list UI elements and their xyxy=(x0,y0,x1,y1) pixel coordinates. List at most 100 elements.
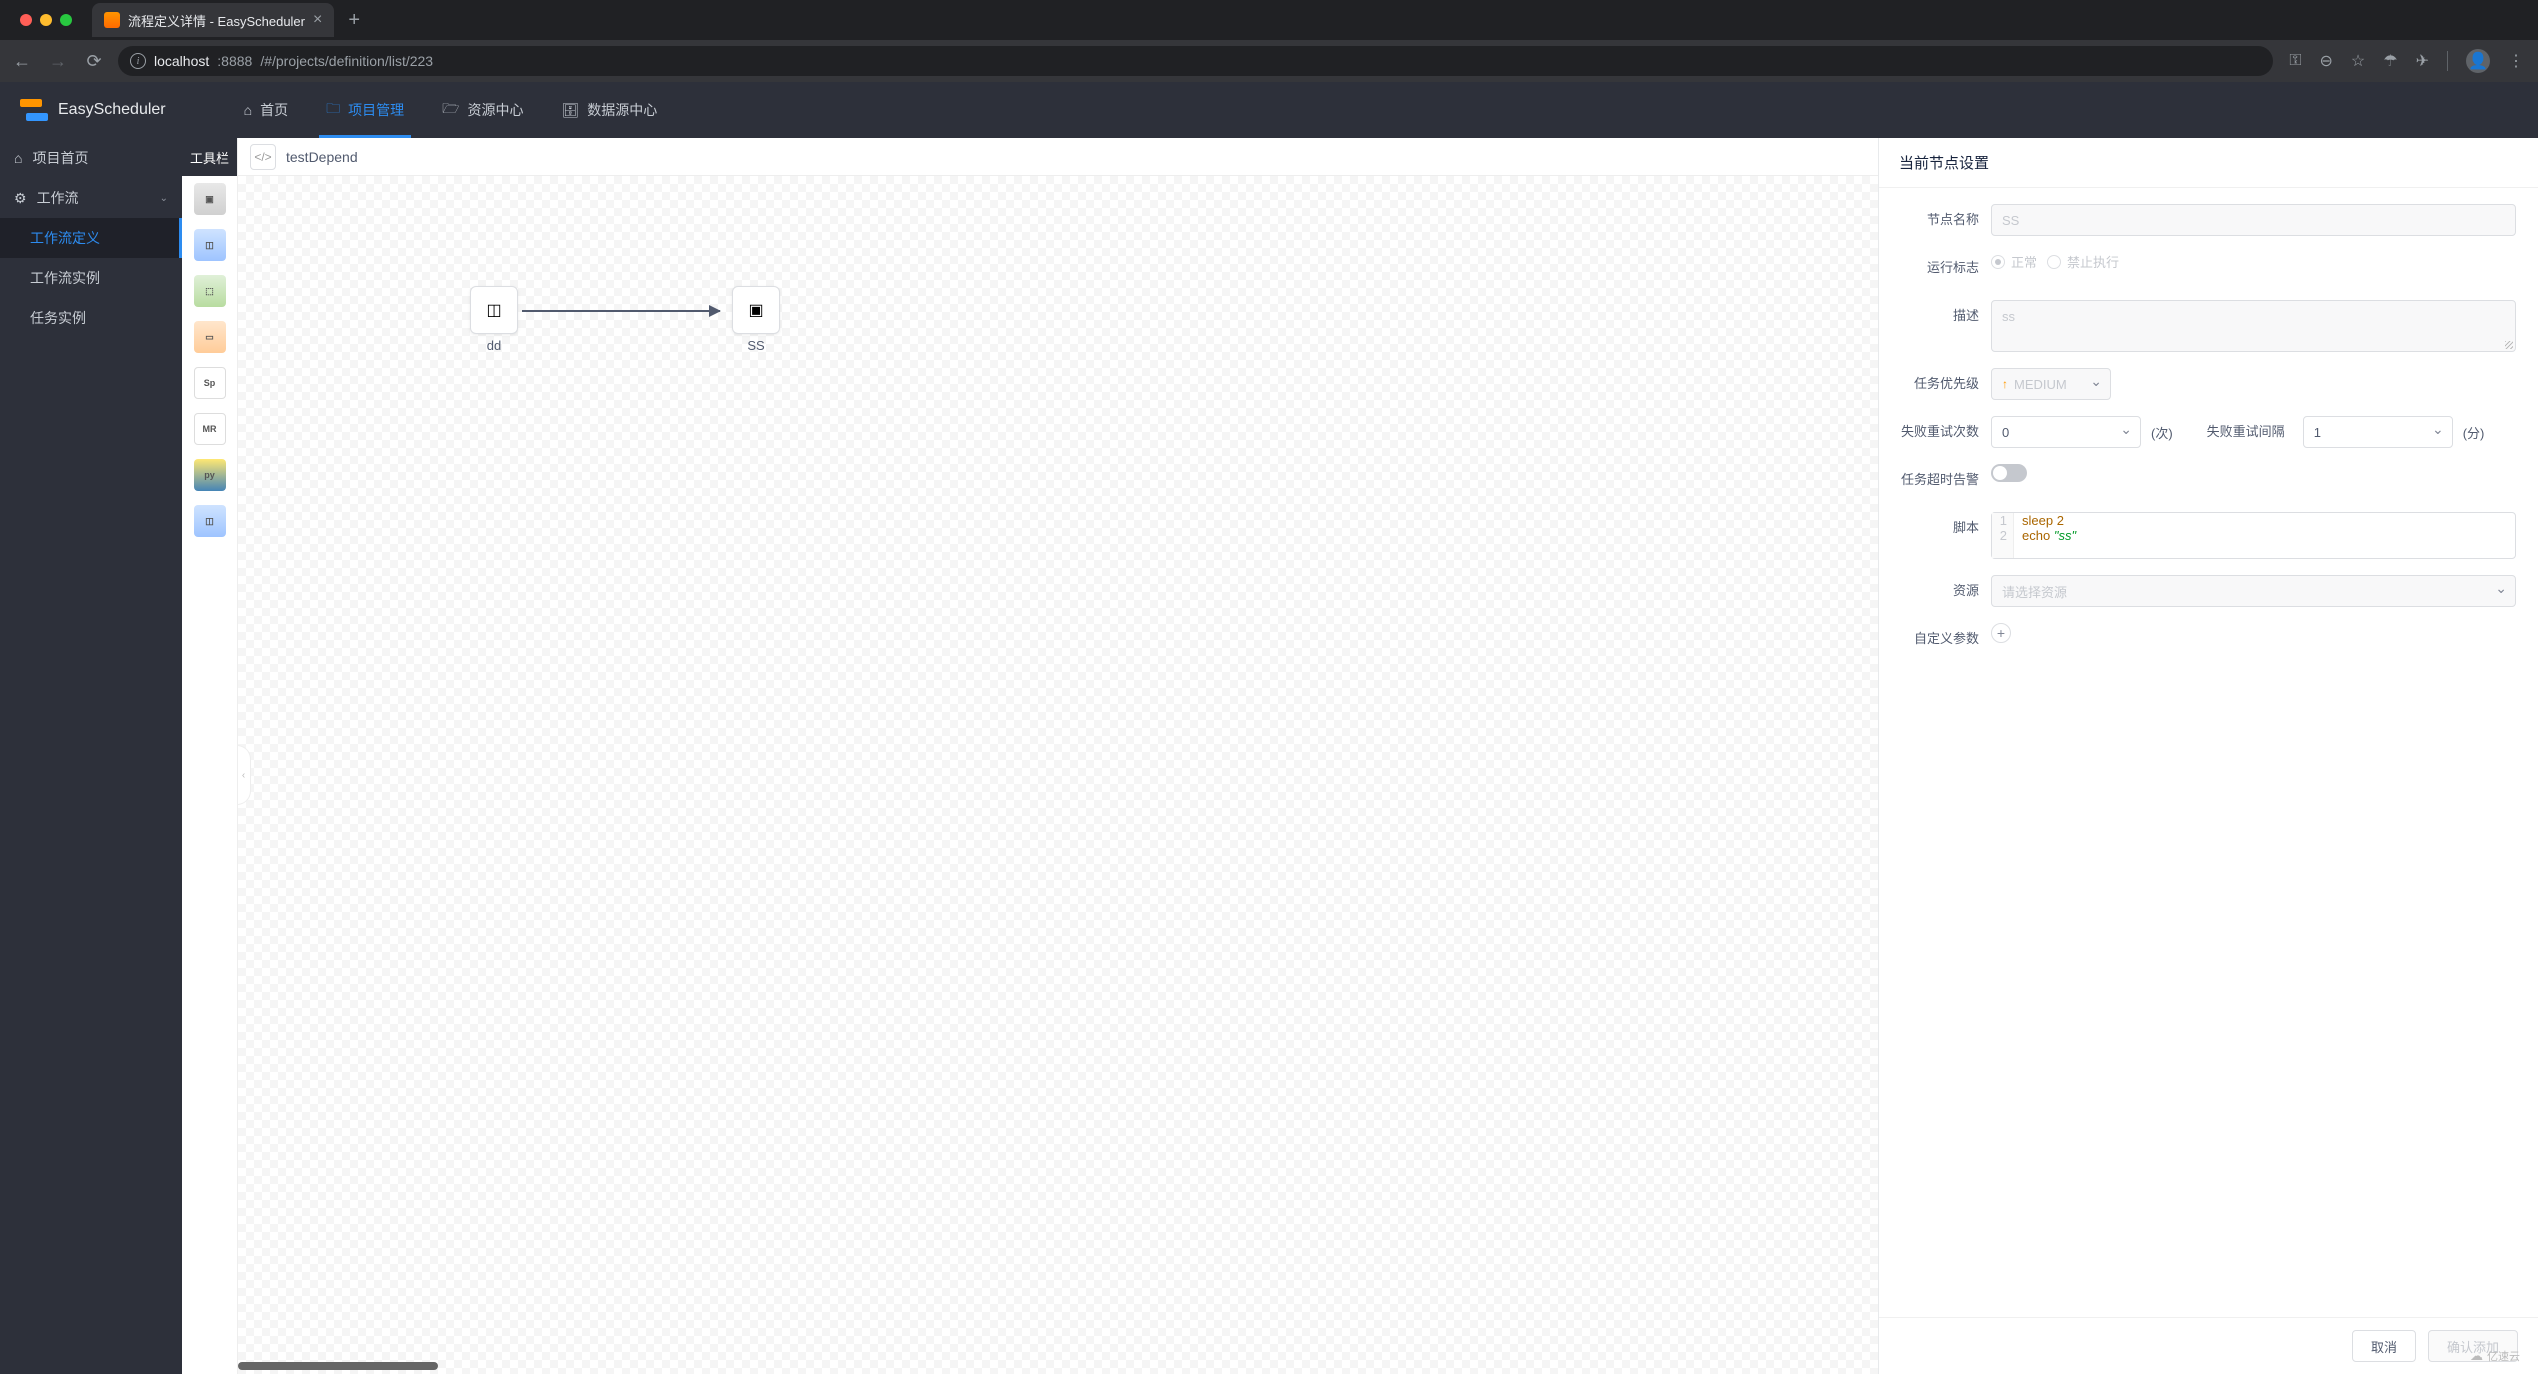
gear-icon: ⚙ xyxy=(14,190,27,207)
script-editor[interactable]: 1 sleep 2 2 echo "ss" xyxy=(1991,512,2516,559)
sidebar-item-workflow[interactable]: ⚙ 工作流 ⌄ xyxy=(0,178,182,218)
browser-chrome: 流程定义详情 - EasyScheduler × + ← → ⟳ i local… xyxy=(0,0,2538,82)
dag-node-ss[interactable]: ▣ SS xyxy=(730,286,782,353)
retry-times-unit: (次) xyxy=(2151,423,2173,442)
timeout-switch[interactable] xyxy=(1991,464,2027,482)
sidebar-item-label: 工作流实例 xyxy=(30,268,100,288)
url-host: localhost xyxy=(154,53,209,69)
close-tab-icon[interactable]: × xyxy=(313,11,322,29)
folder-open-icon: 🗁 xyxy=(442,98,459,122)
back-button[interactable]: ← xyxy=(10,51,34,72)
node-toolbar: 工具栏 ▣ ◫ ⬚ ▭ Sp MR py ◫ xyxy=(182,138,238,1374)
add-param-button[interactable]: + xyxy=(1991,623,2011,643)
python-icon: py xyxy=(194,459,226,491)
node-label: SS xyxy=(730,338,782,353)
close-window-button[interactable] xyxy=(20,14,32,26)
tab-title: 流程定义详情 - EasyScheduler xyxy=(128,11,305,30)
tool-python[interactable]: py xyxy=(182,452,237,498)
toolbar-icons: ⚿ ⊖ ☆ ☂ ✈ 👤 ⋮ xyxy=(2285,49,2528,73)
horizontal-scrollbar[interactable] xyxy=(238,1362,438,1370)
home-icon: ⌂ xyxy=(244,102,252,118)
profile-button[interactable]: 👤 xyxy=(2466,49,2490,73)
sidebar-item-task-instance[interactable]: 任务实例 xyxy=(0,298,182,338)
chevron-down-icon: ⌄ xyxy=(160,193,168,204)
reload-button[interactable]: ⟳ xyxy=(82,51,106,72)
radio-forbid[interactable]: 禁止执行 xyxy=(2047,252,2119,271)
minimize-window-button[interactable] xyxy=(40,14,52,26)
retry-interval-unit: (分) xyxy=(2463,423,2485,442)
key-icon[interactable]: ⚿ xyxy=(2289,52,2301,70)
nav-projects[interactable]: 🗀 项目管理 xyxy=(308,82,422,138)
nav-label: 项目管理 xyxy=(348,100,404,120)
window-controls xyxy=(10,14,82,26)
new-tab-button[interactable]: + xyxy=(348,9,360,32)
dag-edge[interactable] xyxy=(522,310,720,312)
sidebar-item-label: 工作流定义 xyxy=(30,228,100,248)
top-nav: ⌂ 首页 🗀 项目管理 🗁 资源中心 🗄 数据源中心 xyxy=(226,82,676,138)
label-retry-times: 失败重试次数 xyxy=(1901,416,1991,448)
confirm-button[interactable]: 确认添加 xyxy=(2428,1330,2518,1362)
label-custom-params: 自定义参数 xyxy=(1901,623,1991,655)
tool-subprocess[interactable]: ◫ xyxy=(182,222,237,268)
extension-bird-icon[interactable]: ✈ xyxy=(2416,51,2429,71)
sidebar-item-workflow-instance[interactable]: 工作流实例 xyxy=(0,258,182,298)
retry-times-select[interactable]: 0 xyxy=(1991,416,2141,448)
node-label: dd xyxy=(468,338,520,353)
nav-resources[interactable]: 🗁 资源中心 xyxy=(424,82,541,138)
zoom-icon[interactable]: ⊖ xyxy=(2320,51,2333,71)
resources-select[interactable]: 请选择资源 xyxy=(1991,575,2516,607)
tool-procedure[interactable]: ⬚ xyxy=(182,268,237,314)
tool-mr[interactable]: MR xyxy=(182,406,237,452)
folder-icon: 🗀 xyxy=(326,98,340,122)
url-port: :8888 xyxy=(217,53,252,69)
forward-button[interactable]: → xyxy=(46,51,70,72)
bookmark-icon[interactable]: ☆ xyxy=(2351,51,2365,71)
browser-tab[interactable]: 流程定义详情 - EasyScheduler × xyxy=(92,3,334,37)
sidebar-item-label: 工作流 xyxy=(37,188,79,208)
sidebar-item-workflow-definition[interactable]: 工作流定义 xyxy=(0,218,182,258)
sql-icon: ▭ xyxy=(194,321,226,353)
mr-icon: MR xyxy=(194,413,226,445)
brand-logo[interactable]: EasyScheduler xyxy=(20,99,166,121)
site-info-icon[interactable]: i xyxy=(130,53,146,69)
dag-node-dd[interactable]: ◫ dd xyxy=(468,286,520,353)
maximize-window-button[interactable] xyxy=(60,14,72,26)
shell-icon: ▣ xyxy=(194,183,226,215)
toolbar-title: 工具栏 xyxy=(182,138,237,176)
nav-datasource[interactable]: 🗄 数据源中心 xyxy=(543,82,675,138)
extension-umbrella-icon[interactable]: ☂ xyxy=(2383,51,2397,71)
arrow-up-icon: ↑ xyxy=(2002,377,2008,391)
procedure-icon: ⬚ xyxy=(194,275,226,307)
tool-sql[interactable]: ▭ xyxy=(182,314,237,360)
spark-icon: Sp xyxy=(194,367,226,399)
tool-dependent[interactable]: ◫ xyxy=(182,498,237,544)
panel-footer: 取消 确认添加 xyxy=(1879,1317,2538,1374)
app-body: ⌂ 项目首页 ⚙ 工作流 ⌄ 工作流定义 工作流实例 任务实例 工具栏 ▣ ◫ … xyxy=(0,138,2538,1374)
nav-home[interactable]: ⌂ 首页 xyxy=(226,82,306,138)
favicon-icon xyxy=(104,12,120,28)
sidebar-item-project-home[interactable]: ⌂ 项目首页 xyxy=(0,138,182,178)
url-input[interactable]: i localhost:8888/#/projects/definition/l… xyxy=(118,46,2273,76)
line-number: 2 xyxy=(1992,528,2014,543)
shell-icon: ▣ xyxy=(732,286,780,334)
database-icon: 🗄 xyxy=(561,102,579,119)
label-description: 描述 xyxy=(1901,300,1991,332)
code-view-button[interactable]: </> xyxy=(250,144,276,170)
panel-title: 当前节点设置 xyxy=(1879,138,2538,188)
radio-normal[interactable]: 正常 xyxy=(1991,252,2037,271)
sidebar-item-label: 任务实例 xyxy=(30,308,86,328)
description-input[interactable]: ss xyxy=(1991,300,2516,352)
workflow-name: testDepend xyxy=(286,149,358,165)
breadcrumb: </> testDepend xyxy=(238,138,1878,176)
tool-shell[interactable]: ▣ xyxy=(182,176,237,222)
priority-select[interactable]: ↑ MEDIUM xyxy=(1991,368,2111,400)
dag-canvas[interactable]: ‹ ◫ dd ▣ SS xyxy=(238,176,1878,1374)
logo-icon xyxy=(20,99,48,121)
menu-icon[interactable]: ⋮ xyxy=(2508,51,2524,71)
retry-interval-select[interactable]: 1 xyxy=(2303,416,2453,448)
node-name-input[interactable]: SS xyxy=(1991,204,2516,236)
cancel-button[interactable]: 取消 xyxy=(2352,1330,2416,1362)
tool-spark[interactable]: Sp xyxy=(182,360,237,406)
main-content: 工具栏 ▣ ◫ ⬚ ▭ Sp MR py ◫ </> testDepend ‹ … xyxy=(182,138,2538,1374)
dependent-icon: ◫ xyxy=(194,505,226,537)
